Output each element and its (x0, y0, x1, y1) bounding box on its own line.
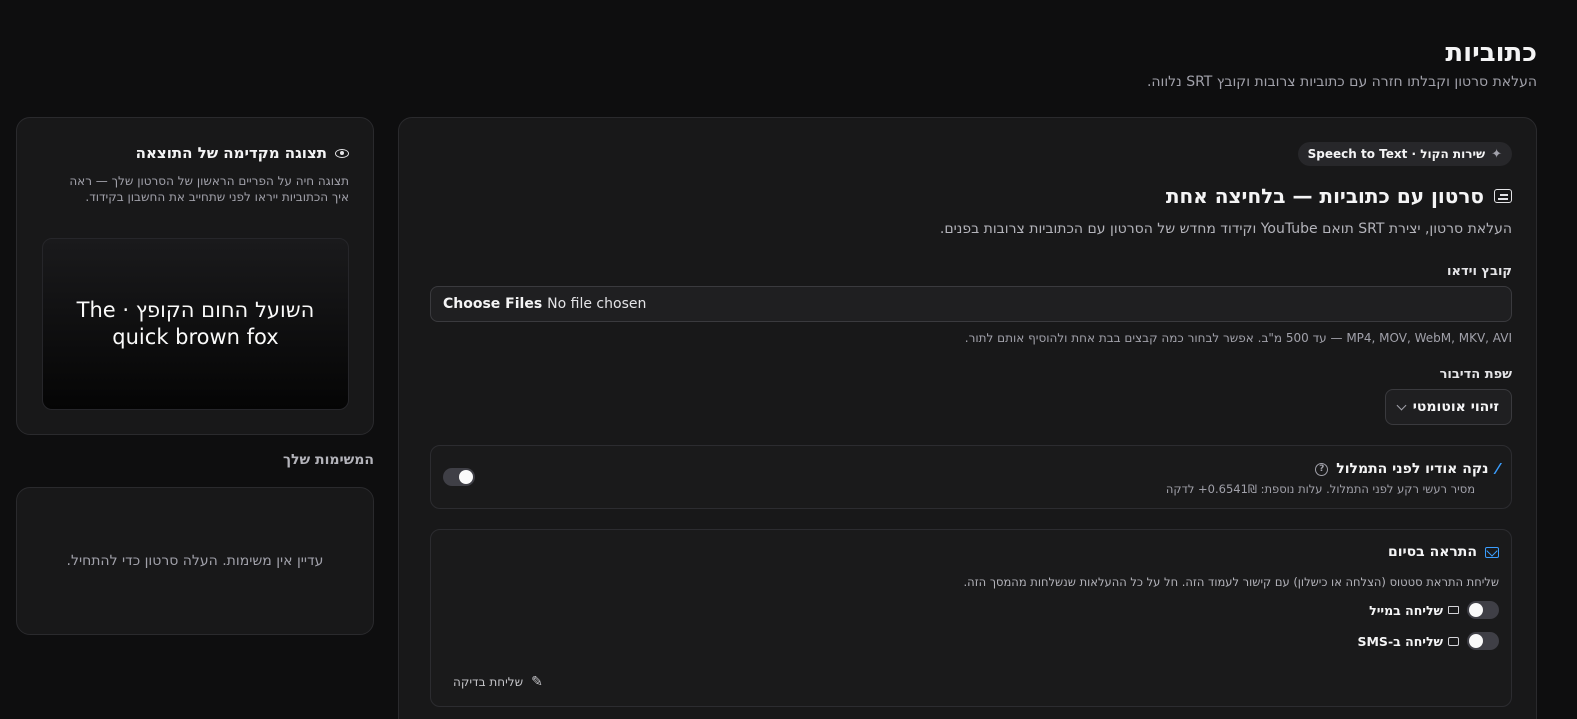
clean-audio-title: נקה אודיו לפני התמלול (1336, 461, 1489, 477)
brush-icon: ✎ (531, 674, 543, 690)
chevron-down-icon (1396, 400, 1407, 410)
email-toggle[interactable] (1467, 601, 1499, 619)
sms-option-label: שליחה ב-SMS (1357, 633, 1443, 649)
notify-description: שליחת התראת סטטוס (הצלחה או כישלון) עם ק… (963, 575, 1499, 589)
magic-wand-icon: ⁄ (1496, 460, 1499, 478)
file-status: No file chosen (547, 296, 647, 312)
preview-description: תצוגה חיה על הפריים הראשון של הסרטון שלך… (69, 174, 349, 204)
language-select-value: זיהוי אוטומטי (1412, 399, 1499, 415)
sparkles-icon: ✦ (1491, 146, 1502, 162)
language-label: שפת הדיבור (1439, 367, 1512, 382)
video-file-label: קובץ וידאו (1447, 264, 1512, 279)
email-option: שליחה במייל (1369, 601, 1499, 619)
preview-caption: השועל החום הקופץ · The quick brown fox (76, 298, 315, 349)
captions-icon (1494, 189, 1512, 203)
file-hint: MP4, MOV, WebM, MKV, AVI — עד 500 מ"ב. א… (964, 331, 1512, 345)
service-badge-label: שירות הקול · Speech to Text (1307, 147, 1486, 161)
preview-title: תצוגה מקדימה של התוצאה (135, 144, 327, 162)
eye-icon (335, 148, 349, 158)
sms-option: שליחה ב-SMS (1357, 632, 1499, 650)
card-title-row: סרטון עם כתוביות — בלחיצה אחת (1166, 184, 1512, 208)
subtitles-page: כתוביות העלאת סרטון וקבלתו חזרה עם כתובי… (0, 0, 1577, 719)
notify-title-row: התראה בסיום (1388, 544, 1499, 560)
service-badge: ✦ שירות הקול · Speech to Text (1297, 142, 1512, 166)
clean-audio-toggle[interactable] (443, 468, 475, 486)
notify-title: התראה בסיום (1387, 544, 1477, 560)
tasks-empty-state: עדיין אין משימות. העלה סרטון כדי להתחיל. (66, 553, 324, 569)
email-option-label: שליחה במייל (1369, 602, 1443, 618)
email-option-label-row: שליחה במייל (1369, 603, 1459, 618)
preview-title-row: תצוגה מקדימה של התוצאה (136, 144, 349, 162)
choose-files-button[interactable]: Choose Files (443, 296, 542, 312)
page-header: כתוביות העלאת סרטון וקבלתו חזרה עם כתובי… (1147, 36, 1537, 90)
card-description: העלאת סרטון, יצירת SRT תואם YouTube וקיד… (939, 221, 1512, 237)
language-select[interactable]: זיהוי אוטומטי (1385, 389, 1512, 425)
clean-audio-card: ⁄ נקה אודיו לפני התמלול ? מסיר רעשי רקע … (430, 445, 1512, 509)
preview-card: תצוגה מקדימה של התוצאה תצוגה חיה על הפרי… (16, 117, 374, 435)
preview-frame: השועל החום הקופץ · The quick brown fox (42, 238, 349, 410)
page-subtitle: העלאת סרטון וקבלתו חזרה עם כתוביות צרובו… (1146, 74, 1537, 90)
card-title: סרטון עם כתוביות — בלחיצה אחת (1165, 184, 1484, 208)
help-icon[interactable]: ? (1315, 462, 1329, 476)
video-file-input[interactable]: Choose Files No file chosen (430, 286, 1512, 322)
mail-icon (1485, 546, 1499, 558)
send-test-label: שליחת בדיקה (453, 675, 524, 689)
send-test-button[interactable]: ✎ שליחת בדיקה (453, 674, 543, 690)
mail-icon (1448, 606, 1459, 614)
tasks-card: עדיין אין משימות. העלה סרטון כדי להתחיל. (16, 487, 374, 635)
chat-icon (1448, 636, 1459, 646)
upload-card: ✦ שירות הקול · Speech to Text סרטון עם כ… (398, 117, 1537, 719)
clean-audio-title-row: ⁄ נקה אודיו לפני התמלול ? (1315, 460, 1499, 478)
page-title: כתוביות (1445, 38, 1537, 68)
sms-option-label-row: שליחה ב-SMS (1357, 634, 1459, 649)
tasks-heading: המשימות שלך (282, 452, 374, 468)
notify-card: התראה בסיום שליחת התראת סטטוס (הצלחה או … (430, 529, 1512, 707)
sms-toggle[interactable] (1467, 632, 1499, 650)
clean-audio-description: מסיר רעשי רקע לפני התמלול. עלות נוספת: 0… (1165, 482, 1475, 496)
